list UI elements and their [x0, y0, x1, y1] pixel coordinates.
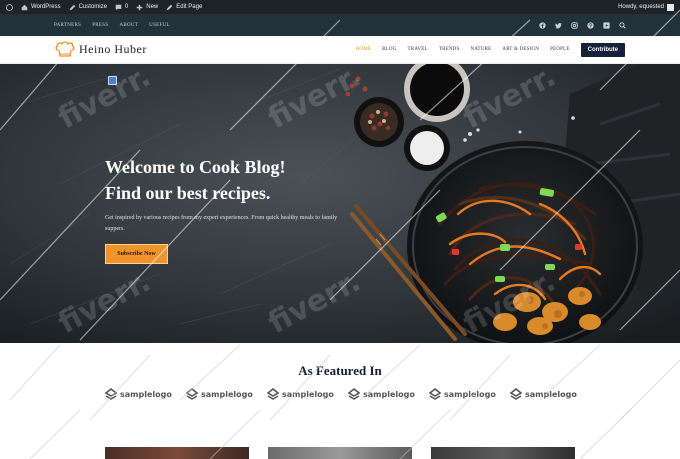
post-card-image[interactable] — [431, 447, 575, 459]
site-header: Heino Huber HOME BLOG TRAVEL TRENDS NATU… — [0, 36, 680, 64]
hero-description: Get inspired by various recipes from my … — [105, 215, 338, 232]
pencil-icon — [166, 4, 173, 10]
page: WordPress Customize 0 New Edit Page Howd… — [0, 0, 680, 459]
featured-logo: samplelogo — [510, 388, 577, 400]
customize-label: Customize — [78, 4, 107, 10]
new-content-link[interactable]: New — [136, 4, 158, 11]
logo-text: Heino Huber — [79, 42, 147, 56]
search-icon[interactable] — [619, 21, 626, 29]
post-cards — [105, 447, 575, 459]
chef-hat-icon — [55, 40, 75, 57]
featured-logo: samplelogo — [348, 388, 415, 400]
comment-icon — [115, 4, 122, 10]
top-strip: PARTNERS PRESS ABOUT USEFUL — [0, 14, 680, 36]
greeting-text: Howdy, equested — [618, 4, 664, 10]
pinterest-icon[interactable] — [587, 21, 594, 29]
home-icon — [21, 4, 28, 10]
featured-logo-text: samplelogo — [363, 389, 415, 399]
featured-logo-text: samplelogo — [525, 389, 577, 399]
wordpress-menu[interactable] — [6, 3, 13, 11]
featured-logo: samplelogo — [105, 388, 172, 400]
edit-page-label: Edit Page — [176, 4, 203, 10]
avatar — [667, 3, 674, 11]
wp-admin-bar: WordPress Customize 0 New Edit Page Howd… — [0, 0, 680, 14]
comments-link[interactable]: 0 — [115, 4, 128, 11]
top-nav: PARTNERS PRESS ABOUT USEFUL — [54, 23, 170, 28]
featured-logo: samplelogo — [267, 388, 334, 400]
hero-title: Welcome to Cook Blog! Find our best reci… — [105, 154, 345, 206]
sample-logo-icon — [267, 388, 279, 400]
top-nav-item-partners[interactable]: PARTNERS — [54, 23, 81, 28]
edit-shortcut-icon[interactable] — [108, 76, 117, 85]
wordpress-icon — [6, 3, 13, 11]
top-nav-item-press[interactable]: PRESS — [92, 23, 108, 28]
nav-item-art-design[interactable]: ART & DESIGN — [502, 47, 539, 52]
twitter-icon[interactable] — [555, 22, 562, 29]
social-icons — [539, 21, 626, 29]
customize-link[interactable]: Customize — [69, 4, 107, 11]
featured-logo: samplelogo — [429, 388, 496, 400]
new-content-label: New — [146, 4, 159, 10]
subscribe-button[interactable]: Subscribe Now — [105, 244, 168, 264]
featured-section: As Featured In samplelogo samplelogo sam… — [0, 343, 680, 459]
featured-logos: samplelogo samplelogo samplelogo samplel… — [105, 388, 577, 400]
youtube-icon[interactable] — [603, 21, 610, 29]
site-name-link[interactable]: WordPress — [21, 4, 61, 11]
site-name-label: WordPress — [31, 4, 61, 10]
nav-item-trends[interactable]: TRENDS — [439, 47, 460, 52]
sample-logo-icon — [510, 388, 522, 400]
nav-item-nature[interactable]: NATURE — [470, 47, 491, 52]
comments-count: 0 — [124, 4, 129, 10]
site-logo[interactable]: Heino Huber — [55, 40, 147, 59]
featured-logo-text: samplelogo — [444, 389, 496, 399]
edit-page-link[interactable]: Edit Page — [166, 4, 202, 11]
hero-title-line-2: Find our best recipes. — [105, 183, 271, 203]
sample-logo-icon — [348, 388, 360, 400]
nav-item-people[interactable]: PEOPLE — [550, 47, 570, 52]
contribute-button[interactable]: Contribute — [580, 42, 625, 57]
featured-heading: As Featured In — [298, 363, 382, 378]
sample-logo-icon — [186, 388, 198, 400]
pencil-icon — [69, 4, 75, 10]
featured-logo-text: samplelogo — [282, 389, 334, 399]
top-nav-item-about[interactable]: ABOUT — [119, 23, 138, 28]
top-nav-item-useful[interactable]: USEFUL — [149, 23, 170, 28]
featured-logo-text: samplelogo — [201, 389, 253, 399]
post-card-image[interactable] — [105, 447, 249, 459]
sample-logo-icon — [105, 388, 117, 400]
hero-title-line-1: Welcome to Cook Blog! — [105, 157, 286, 177]
nav-item-home[interactable]: HOME — [356, 47, 372, 52]
nav-item-travel[interactable]: TRAVEL — [408, 47, 428, 52]
plus-icon — [136, 4, 143, 10]
nav-item-blog[interactable]: BLOG — [382, 47, 396, 52]
featured-logo-text: samplelogo — [120, 389, 172, 399]
instagram-icon[interactable] — [571, 21, 578, 29]
sample-logo-icon — [429, 388, 441, 400]
main-nav: HOME BLOG TRAVEL TRENDS NATURE ART & DES… — [356, 47, 570, 52]
hero-section: Welcome to Cook Blog! Find our best reci… — [0, 64, 680, 343]
post-card-image[interactable] — [268, 447, 412, 459]
facebook-icon[interactable] — [539, 21, 546, 29]
account-menu[interactable]: Howdy, equested — [618, 3, 674, 11]
featured-logo: samplelogo — [186, 388, 253, 400]
